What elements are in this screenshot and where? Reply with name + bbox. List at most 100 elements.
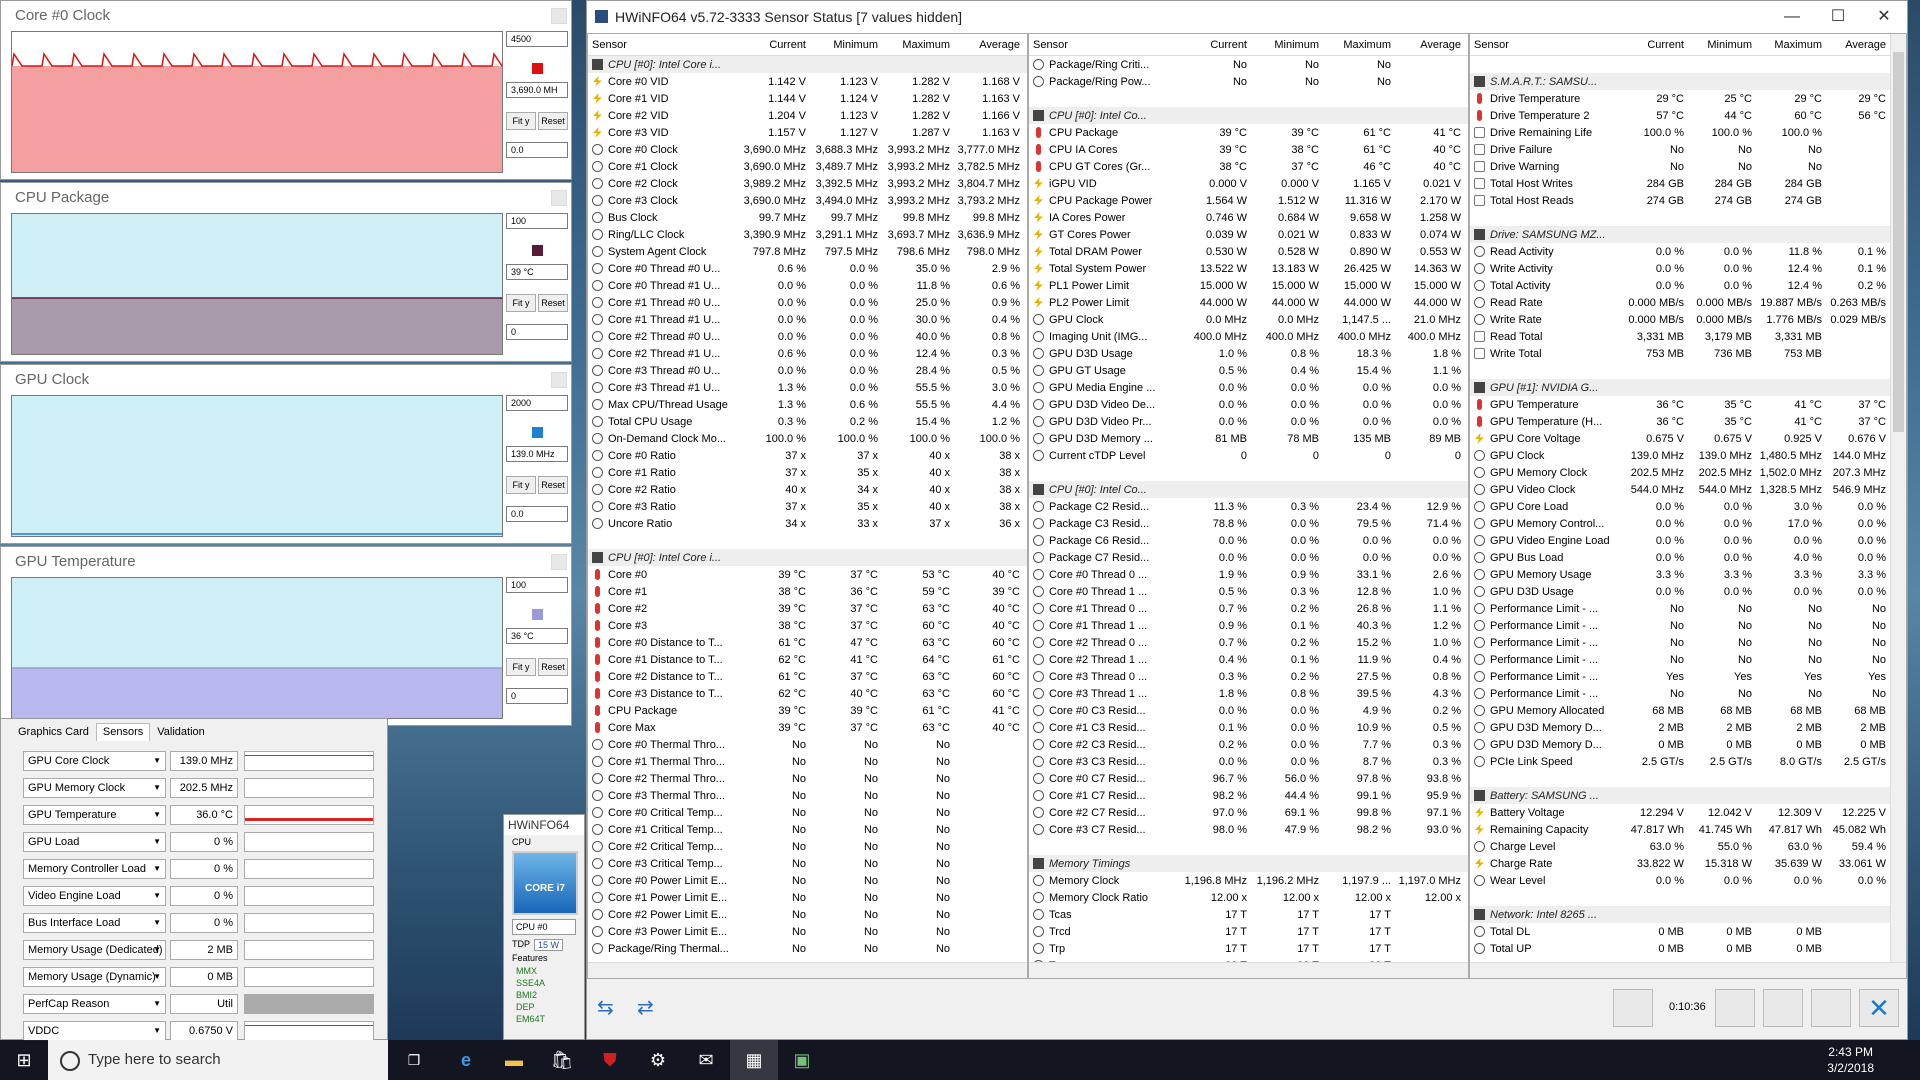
graph-max-field[interactable]: 100 [506, 213, 568, 229]
sensor-row[interactable]: Core #0 Distance to T... 61 °C 47 °C 63 °C 6… [588, 634, 1027, 651]
sensor-row[interactable]: Bus Clock 99.7 MHz 99.7 MHz 99.8 MHz 99.8 MH… [588, 209, 1027, 226]
sensor-row[interactable]: Core #0 Thread #1 U... 0.0 % 0.0 % 11.8 % 0.… [588, 277, 1027, 294]
sensor-row[interactable]: CPU IA Cores 39 °C 38 °C 61 °C 40 °C [1029, 141, 1468, 158]
sensor-row[interactable]: Core #0 Critical Temp... No No No [588, 804, 1027, 821]
sensor-row[interactable]: Package/Ring Thermal... No No No [588, 940, 1027, 957]
sensor-row[interactable]: Remaining Capacity 47.817 Wh 41.745 Wh 47.8… [1470, 821, 1906, 838]
sensor-row[interactable]: Total UP 0 MB 0 MB 0 MB [1470, 940, 1906, 957]
fit-y-button[interactable]: Fit y [506, 112, 536, 130]
minimize-icon[interactable]: — [1769, 1, 1815, 33]
sensor-row[interactable]: GT Cores Power 0.039 W 0.021 W 0.833 W 0.074… [1029, 226, 1468, 243]
column-header[interactable]: Minimum [810, 39, 882, 51]
fit-y-button[interactable]: Fit y [506, 658, 536, 676]
sensor-row[interactable]: Core #3 C3 Resid... 0.0 % 0.0 % 8.7 % 0.3 % [1029, 753, 1468, 770]
sensor-row[interactable]: PCIe Link Speed 2.5 GT/s 2.5 GT/s 8.0 GT/s 2… [1470, 753, 1906, 770]
collapse-arrows-icon[interactable]: ⇆ [597, 989, 625, 1027]
sensor-row[interactable]: Package C6 Resid... 0.0 % 0.0 % 0.0 % 0.0 % [1029, 532, 1468, 549]
sensor-row[interactable]: Core #0 Ratio 37 x 37 x 40 x 38 x [588, 447, 1027, 464]
sensor-row[interactable]: Core #1 VID 1.144 V 1.124 V 1.282 V 1.163 V [588, 90, 1027, 107]
sensor-row[interactable]: iGPU VID 0.000 V 0.000 V 1.165 V 0.021 V [1029, 175, 1468, 192]
horizontal-scrollbar[interactable] [1470, 962, 1906, 978]
graph-color-swatch[interactable] [531, 609, 543, 620]
sensor-row[interactable]: Memory Clock 1,196.8 MHz 1,196.2 MHz 1,197.… [1029, 872, 1468, 889]
column-header[interactable]: Maximum [882, 39, 954, 51]
sensor-group-header[interactable]: Memory Timings [1029, 855, 1468, 872]
sensor-row[interactable]: Memory Clock Ratio 12.00 x 12.00 x 12.00 x 1… [1029, 889, 1468, 906]
sensor-row[interactable]: CPU Package Power 1.564 W 1.512 W 11.316 W 2… [1029, 192, 1468, 209]
gpuz-sensor-select[interactable]: VDDC [23, 1020, 166, 1041]
sensor-row[interactable]: Imaging Unit (IMG... 400.0 MHz 400.0 MHz 40… [1029, 328, 1468, 345]
sensor-row[interactable]: Write Activity 0.0 % 0.0 % 12.4 % 0.1 % [1470, 260, 1906, 277]
sensor-row[interactable]: GPU D3D Video Pr... 0.0 % 0.0 % 0.0 % 0.0 % [1029, 413, 1468, 430]
sensor-group-header[interactable]: Battery: SAMSUNG ... [1470, 787, 1906, 804]
fit-y-button[interactable]: Fit y [506, 294, 536, 312]
gpuz-sensor-select[interactable]: GPU Temperature [23, 804, 166, 825]
sensor-row[interactable]: Performance Limit - ... No No No No [1470, 617, 1906, 634]
sensor-row[interactable]: Drive Failure No No No [1470, 141, 1906, 158]
sensor-row[interactable]: Core #2 Thread #1 U... 0.6 % 0.0 % 12.4 % 0.… [588, 345, 1027, 362]
sensor-row[interactable]: On-Demand Clock Mo... 100.0 % 100.0 % 100.0… [588, 430, 1027, 447]
gpuz-tab[interactable]: Graphics Card [11, 723, 96, 741]
sensor-row[interactable]: Core #3 Clock 3,690.0 MHz 3,494.0 MHz 3,993… [588, 192, 1027, 209]
clock-icon[interactable] [1715, 989, 1755, 1027]
sensor-group-header[interactable]: CPU [#0]: Intel Co... [1029, 107, 1468, 124]
sensor-row[interactable]: Core #0 Thread 1 ... 0.5 % 0.3 % 12.8 % 1.0 … [1029, 583, 1468, 600]
sensor-row[interactable]: Core #1 Thread #0 U... 0.0 % 0.0 % 25.0 % 0.… [588, 294, 1027, 311]
sensor-row[interactable]: Package C3 Resid... 78.8 % 0.0 % 79.5 % 71.4… [1029, 515, 1468, 532]
store-icon[interactable]: 🛍 [538, 1040, 586, 1080]
sensor-row[interactable]: Total Activity 0.0 % 0.0 % 12.4 % 0.2 % [1470, 277, 1906, 294]
sensor-row[interactable]: GPU Core Load 0.0 % 0.0 % 3.0 % 0.0 % [1470, 498, 1906, 515]
sensor-row[interactable]: Tcas 17 T 17 T 17 T [1029, 906, 1468, 923]
taskbar-search[interactable]: Type here to search [48, 1040, 388, 1080]
sensor-row[interactable]: Core #2 Power Limit E... No No No [588, 906, 1027, 923]
scrollbar-thumb[interactable] [1893, 52, 1904, 432]
sensor-row[interactable]: Performance Limit - ... No No No No [1470, 651, 1906, 668]
graph-color-swatch[interactable] [531, 427, 543, 438]
column-header[interactable]: Average [1395, 39, 1465, 51]
gpuz-sensor-select[interactable]: GPU Memory Clock [23, 777, 166, 798]
sensor-row[interactable]: Core #0 C3 Resid... 0.0 % 0.0 % 4.9 % 0.2 % [1029, 702, 1468, 719]
sensor-row[interactable]: Core #0 C7 Resid... 96.7 % 56.0 % 97.8 % 93.… [1029, 770, 1468, 787]
sensor-row[interactable]: Drive Temperature 2 57 °C 44 °C 60 °C 56 °C [1470, 107, 1906, 124]
sensor-row[interactable]: PL2 Power Limit 44.000 W 44.000 W 44.000 W 4… [1029, 294, 1468, 311]
column-header[interactable]: Current [1179, 39, 1251, 51]
gpuz-sensor-select[interactable]: Bus Interface Load [23, 912, 166, 933]
column-header[interactable]: Minimum [1251, 39, 1323, 51]
gpuz-sensor-select[interactable]: Memory Usage (Dynamic) [23, 966, 166, 987]
sensor-row[interactable]: GPU D3D Memory ... 81 MB 78 MB 135 MB 89 MB [1029, 430, 1468, 447]
sensor-row[interactable]: Core #2 C3 Resid... 0.2 % 0.0 % 7.7 % 0.3 % [1029, 736, 1468, 753]
sensor-group-header[interactable]: Drive: SAMSUNG MZ... [1470, 226, 1906, 243]
sensor-row[interactable]: Total Host Reads 274 GB 274 GB 274 GB [1470, 192, 1906, 209]
sensor-row[interactable]: GPU Media Engine ... 0.0 % 0.0 % 0.0 % 0.0 % [1029, 379, 1468, 396]
hwinfo-taskbar-icon[interactable]: ▦ [730, 1040, 778, 1080]
sensor-row[interactable]: Core #1 Thread 0 ... 0.7 % 0.2 % 26.8 % 1.1 … [1029, 600, 1468, 617]
sensor-row[interactable]: IA Cores Power 0.746 W 0.684 W 9.658 W 1.258… [1029, 209, 1468, 226]
sensor-row[interactable]: GPU Video Engine Load 0.0 % 0.0 % 0.0 % 0.0 … [1470, 532, 1906, 549]
sensor-row[interactable]: Core #3 Thermal Thro... No No No [588, 787, 1027, 804]
sensor-row[interactable]: GPU D3D Memory D... 0 MB 0 MB 0 MB 0 MB [1470, 736, 1906, 753]
sensor-pane-1[interactable]: Sensor Current Minimum Maximum Average CPU [#… [587, 33, 1028, 979]
sensor-row[interactable]: Core #2 Critical Temp... No No No [588, 838, 1027, 855]
sensor-row[interactable]: Package/Ring Criti... No No No [1029, 56, 1468, 73]
sensor-row[interactable]: Core #2 Thread 1 ... 0.4 % 0.1 % 11.9 % 0.4 … [1029, 651, 1468, 668]
sensor-row[interactable]: Write Total 753 MB 736 MB 753 MB [1470, 345, 1906, 362]
sensor-row[interactable]: Core #0 39 °C 37 °C 53 °C 40 °C [588, 566, 1027, 583]
sensor-row[interactable]: Core #0 Thread #0 U... 0.6 % 0.0 % 35.0 % 2.… [588, 260, 1027, 277]
sensor-row[interactable]: GPU Temperature (H... 36 °C 35 °C 41 °C 37 °… [1470, 413, 1906, 430]
vertical-scrollbar[interactable] [1890, 34, 1906, 962]
gpuz-tab[interactable]: Validation [150, 723, 212, 741]
sensor-group-header[interactable]: Network: Intel 8265 ... [1470, 906, 1906, 923]
sensor-row[interactable]: Core #3 Thread 1 ... 1.8 % 0.8 % 39.5 % 4.3 … [1029, 685, 1468, 702]
sensor-row[interactable]: CPU Package 39 °C 39 °C 61 °C 41 °C [1029, 124, 1468, 141]
sensor-group-header[interactable]: CPU [#0]: Intel Core i... [588, 549, 1027, 566]
column-header[interactable]: Maximum [1756, 39, 1826, 51]
sensor-row[interactable]: Core #3 Critical Temp... No No No [588, 855, 1027, 872]
graph-close-icon[interactable] [551, 372, 567, 388]
graph-color-swatch[interactable] [531, 245, 543, 256]
sensor-row[interactable]: System Agent Clock 797.8 MHz 797.5 MHz 798.… [588, 243, 1027, 260]
sensor-row[interactable]: Charge Rate 33.822 W 15.318 W 35.639 W 33.06… [1470, 855, 1906, 872]
sensor-row[interactable]: Uncore Ratio 34 x 33 x 37 x 36 x [588, 515, 1027, 532]
sensor-row[interactable]: Core #1 38 °C 36 °C 59 °C 39 °C [588, 583, 1027, 600]
graph-close-icon[interactable] [551, 190, 567, 206]
sensor-row[interactable]: Core #1 C7 Resid... 98.2 % 44.4 % 99.1 % 95.… [1029, 787, 1468, 804]
